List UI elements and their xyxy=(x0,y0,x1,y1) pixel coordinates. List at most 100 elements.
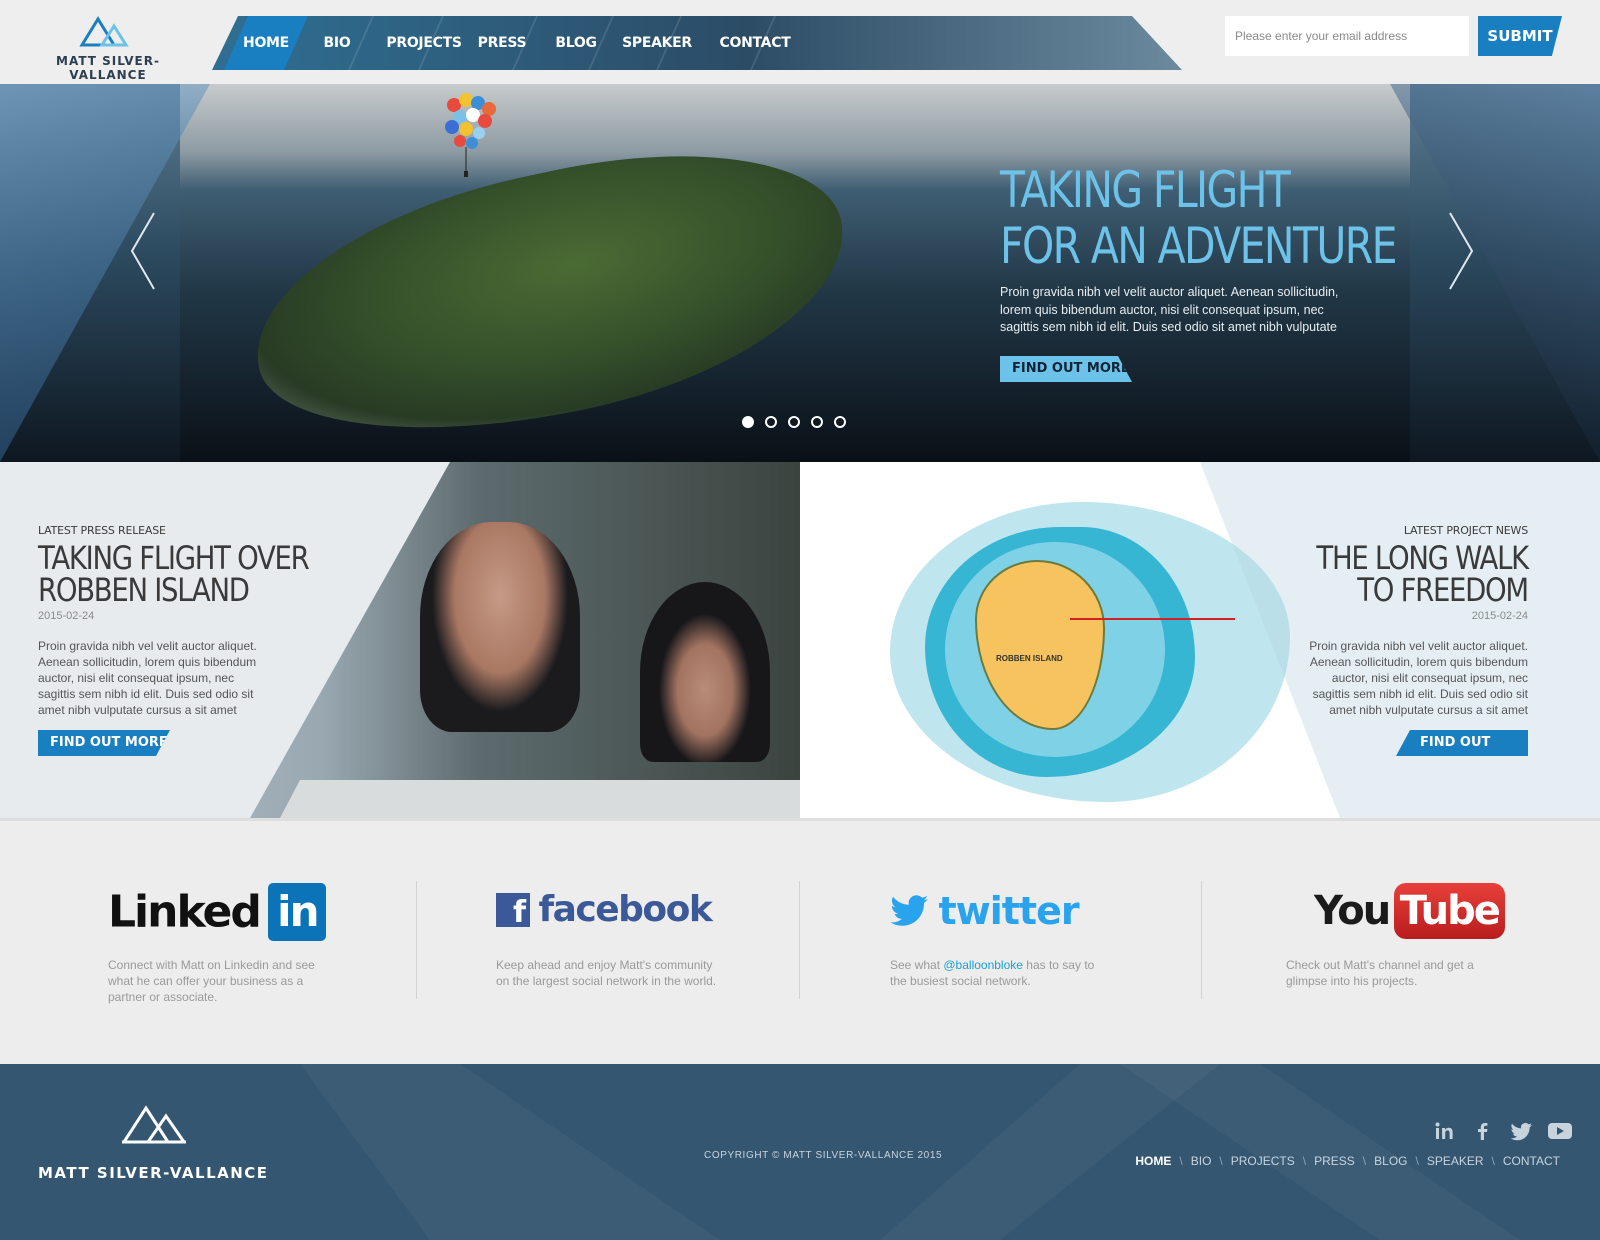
email-input[interactable] xyxy=(1225,16,1469,56)
footer-nav-separator: \ xyxy=(1302,1154,1307,1168)
nav-blog[interactable]: BLOG xyxy=(548,16,604,70)
news-section: LATEST PRESS RELEASE TAKING FLIGHT OVER … xyxy=(0,462,1600,818)
footer-nav-speaker[interactable]: SPEAKER xyxy=(1427,1154,1484,1168)
twitter-description: See what @balloonbloke has to say to the… xyxy=(890,957,1110,989)
press-label: LATEST PRESS RELEASE xyxy=(38,524,166,537)
footer-nav-press[interactable]: PRESS xyxy=(1314,1154,1355,1168)
hero-find-out-more-button[interactable]: FIND OUT MORE xyxy=(1000,356,1132,382)
facebook-icon[interactable] xyxy=(1470,1120,1496,1142)
slider-next-arrow-icon[interactable] xyxy=(1446,211,1476,291)
footer-nav-blog[interactable]: BLOG xyxy=(1374,1154,1407,1168)
youtube-icon: Tube xyxy=(1393,883,1505,939)
press-title-line2: ROBBEN ISLAND xyxy=(38,571,250,609)
footer-logo[interactable]: MATT SILVER-VALLANCE xyxy=(38,1102,278,1192)
press-title[interactable]: TAKING FLIGHT OVER ROBBEN ISLAND xyxy=(38,539,310,609)
nav-contact[interactable]: CONTACT xyxy=(714,16,796,70)
social-section: Linked in Connect with Matt on Linkedin … xyxy=(0,818,1600,1064)
press-find-out-more-button[interactable]: FIND OUT MORE xyxy=(38,730,170,756)
footer-nav-separator: \ xyxy=(1491,1154,1495,1168)
submit-button[interactable]: SUBMIT xyxy=(1478,16,1562,56)
footer-nav-separator: \ xyxy=(1179,1154,1183,1168)
twitter-bird-icon xyxy=(890,895,928,926)
footer-facet xyxy=(300,1064,720,1240)
nav-projects[interactable]: PROJECTS xyxy=(374,16,474,70)
facebook-logo-word: facebook xyxy=(538,889,712,930)
slider-prev-arrow-icon[interactable] xyxy=(128,211,158,291)
footer-nav-projects[interactable]: PROJECTS xyxy=(1231,1154,1295,1168)
balloons-image xyxy=(445,93,496,177)
slider-dots xyxy=(742,415,857,429)
footer-facet xyxy=(1120,1064,1520,1240)
twitter-block: twitter See what @balloonbloke has to sa… xyxy=(890,821,1190,1067)
slider-dot-5[interactable] xyxy=(834,416,846,428)
footer-nav-separator: \ xyxy=(1362,1154,1367,1168)
slider-dot-1[interactable] xyxy=(742,416,754,428)
linkedin-logo-word: Linked xyxy=(108,886,262,938)
project-title-line2: TO FREEDOM xyxy=(1357,571,1529,609)
press-photo-person-2 xyxy=(640,582,770,762)
footer-nav-separator: \ xyxy=(1415,1154,1419,1168)
press-photo-person xyxy=(420,522,580,732)
slider-dot-2[interactable] xyxy=(765,416,777,428)
main-nav: HOME BIO PROJECTS PRESS BLOG SPEAKER CON… xyxy=(212,16,1182,70)
footer-nav-separator: \ xyxy=(1219,1154,1223,1168)
site-logo[interactable]: MATT SILVER-VALLANCE xyxy=(18,14,198,82)
twitter-logo[interactable]: twitter xyxy=(890,889,1080,933)
logo-text: MATT SILVER-VALLANCE xyxy=(56,54,160,82)
twitter-handle-link[interactable]: @balloonbloke xyxy=(943,958,1023,972)
mountain-logo-icon xyxy=(79,16,129,47)
project-body: Proin gravida nibh vel velit auctor aliq… xyxy=(1309,639,1528,717)
press-body: Proin gravida nibh vel velit auctor aliq… xyxy=(38,639,257,717)
youtube-block: You Tube Check out Matt's channel and ge… xyxy=(1286,821,1586,1067)
map-route-line xyxy=(1070,618,1235,620)
site-header: MATT SILVER-VALLANCE HOME BIO PROJECTS P… xyxy=(0,0,1600,84)
press-date: 2015-02-24 xyxy=(38,610,95,622)
footer-social-icons xyxy=(1424,1120,1573,1142)
youtube-description: Check out Matt's channel and get a glimp… xyxy=(1286,958,1474,988)
twitter-desc-before: See what xyxy=(890,958,944,972)
footer-mountain-logo-icon xyxy=(122,1105,186,1144)
youtube-icon[interactable] xyxy=(1547,1120,1573,1142)
project-label: LATEST PROJECT NEWS xyxy=(1403,524,1528,537)
nav-speaker[interactable]: SPEAKER xyxy=(618,16,696,70)
linkedin-description: Connect with Matt on Linkedin and see wh… xyxy=(108,958,315,1004)
copyright-text: COPYRIGHT © MATT SILVER-VALLANCE 2015 xyxy=(704,1150,943,1161)
facebook-block: f facebook Keep ahead and enjoy Matt's c… xyxy=(496,821,796,1067)
footer-nav: HOME \ BIO \ PROJECTS \ PRESS \ BLOG \ SPEAKER \ CON… xyxy=(1135,1154,1560,1168)
linkedin-icon: in xyxy=(268,883,327,941)
hero-title-line1: TAKING FLIGHT xyxy=(1000,161,1291,219)
hero-title-line2: FOR AN ADVENTURE xyxy=(1000,217,1397,275)
footer-nav-contact[interactable]: CONTACT xyxy=(1503,1154,1560,1168)
social-divider xyxy=(1201,881,1202,999)
map-island-label: ROBBEN ISLAND xyxy=(996,654,1063,663)
hero-slider: TAKING FLIGHT FOR AN ADVENTURE Proin gra… xyxy=(0,84,1600,462)
linkedin-block: Linked in Connect with Matt on Linkedin … xyxy=(108,821,408,1067)
twitter-logo-word: twitter xyxy=(938,889,1079,933)
press-photo-foreground xyxy=(280,780,800,818)
twitter-icon[interactable] xyxy=(1509,1120,1535,1142)
project-find-out-more-button[interactable]: FIND OUT MORE xyxy=(1396,730,1528,756)
footer-nav-bio[interactable]: BIO xyxy=(1191,1154,1212,1168)
linkedin-icon[interactable] xyxy=(1432,1120,1458,1142)
nav-press[interactable]: PRESS xyxy=(472,16,532,70)
social-divider xyxy=(416,881,417,999)
footer-logo-text: MATT SILVER-VALLANCE xyxy=(38,1164,269,1182)
facebook-icon: f xyxy=(496,892,530,927)
nav-home[interactable]: HOME xyxy=(224,16,308,70)
facebook-logo[interactable]: f facebook xyxy=(496,889,713,933)
press-title-line1: TAKING FLIGHT OVER xyxy=(38,539,310,577)
youtube-logo-you: You xyxy=(1314,888,1391,934)
nav-bio[interactable]: BIO xyxy=(312,16,362,70)
slider-dot-3[interactable] xyxy=(788,416,800,428)
facebook-description: Keep ahead and enjoy Matt's community on… xyxy=(496,958,717,988)
slider-dot-4[interactable] xyxy=(811,416,823,428)
youtube-logo[interactable]: You Tube xyxy=(1314,883,1505,941)
linkedin-logo[interactable]: Linked in xyxy=(108,883,327,943)
project-title-line1: THE LONG WALK xyxy=(1316,539,1530,577)
project-title[interactable]: THE LONG WALK TO FREEDOM xyxy=(1316,539,1530,609)
hero-title: TAKING FLIGHT FOR AN ADVENTURE xyxy=(1000,162,1426,274)
footer-nav-home[interactable]: HOME xyxy=(1135,1154,1171,1168)
social-divider xyxy=(799,881,800,999)
project-date: 2015-02-24 xyxy=(1471,610,1528,622)
project-news-panel: ROBBEN ISLAND LATEST PROJECT NEWS THE LO… xyxy=(800,462,1600,818)
